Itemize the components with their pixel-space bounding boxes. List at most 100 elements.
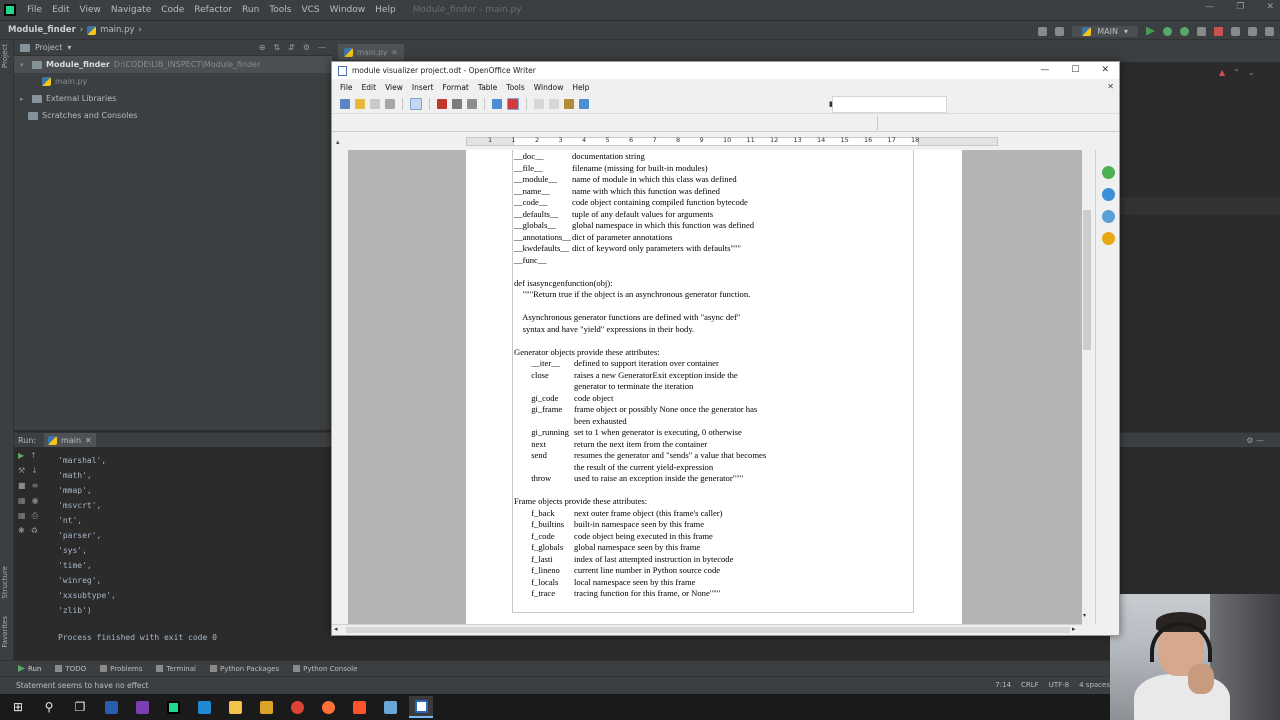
ide-menu-run[interactable]: Run [237,5,264,15]
chevron-up-icon[interactable]: ⌃ [1233,68,1240,77]
locate-icon[interactable]: ⊕ [259,43,266,52]
writer-menu-format[interactable]: Format [438,83,473,92]
pin-icon[interactable]: ▦ [18,511,26,522]
hide-icon[interactable]: — [318,43,326,52]
page-preview-icon[interactable] [467,99,477,109]
document-text[interactable]: __doc__ documentation string __file__ filen… [514,151,766,600]
horizontal-scrollbar-thumb[interactable] [346,627,1070,633]
tree-item-root[interactable]: ▾ Module_finder D:\CODE\LIB_INSPECT\Modu… [14,56,332,73]
file-explorer-icon[interactable] [223,696,247,718]
strip-tab-project[interactable]: Project [1,44,13,68]
arrow-down-icon[interactable]: ↓ [31,466,38,477]
windows-start-icon[interactable]: ⊞ [6,696,30,718]
scroll-down-icon[interactable]: ▾ [1083,612,1086,619]
ide-menu-help[interactable]: Help [370,5,401,15]
close-icon[interactable]: ✕ [1101,65,1109,75]
soft-wrap-icon[interactable]: ≡ [32,481,39,492]
gallery-icon[interactable] [1102,210,1115,223]
expand-all-icon[interactable]: ⇅ [273,43,280,52]
breadcrumb-project[interactable]: Module_finder [0,25,80,35]
code-editor-right[interactable] [1119,62,1280,432]
user-icon[interactable] [1038,26,1048,36]
project-panel-title[interactable]: Project [35,43,62,52]
minimize-icon[interactable]: — [1040,65,1049,75]
copy-icon[interactable] [549,99,559,109]
collapse-all-icon[interactable]: ⇵ [288,43,295,52]
ide-menu-navigate[interactable]: Navigate [106,5,156,15]
file-encoding[interactable]: UTF-8 [1049,681,1069,689]
new-document-icon[interactable] [340,99,350,109]
scroll-left-icon[interactable]: ◂ [334,625,338,633]
openoffice-writer-icon[interactable] [409,696,433,718]
tree-item-main-py[interactable]: main.py [14,73,332,90]
editor-tab-main-py[interactable]: main.py ✕ [338,44,404,60]
writer-menu-view[interactable]: View [381,83,408,92]
caret-position[interactable]: 7:14 [995,681,1011,689]
visual-studio-icon[interactable] [130,696,154,718]
run-tab-main[interactable]: main ✕ [44,433,96,447]
stop-icon[interactable] [1214,26,1223,36]
tool-tab-problems[interactable]: Problems [100,665,142,673]
close-document-icon[interactable]: ✕ [1107,82,1114,91]
autospellcheck-icon[interactable] [507,98,519,110]
export-pdf-icon[interactable] [437,99,447,109]
tree-item-external-libraries[interactable]: ▸ External Libraries [14,90,332,107]
print-icon[interactable] [452,99,462,109]
edit-mode-icon[interactable] [410,98,422,110]
ide-menu-window[interactable]: Window [325,5,371,15]
breadcrumb-file[interactable]: main.py [83,25,138,35]
pin-tab-icon[interactable]: ✱ [18,526,25,537]
cut-icon[interactable] [534,99,544,109]
tree-item-scratches[interactable]: Scratches and Consoles [14,107,332,124]
downloads-icon[interactable] [254,696,278,718]
writer-menu-insert[interactable]: Insert [408,83,439,92]
debug-icon[interactable] [1163,26,1172,36]
scroll-end-icon[interactable]: ◉ [32,496,39,507]
arrow-up-icon[interactable]: ↑ [30,451,37,462]
chevron-down-icon[interactable]: ▾ [67,43,71,52]
horizontal-scrollbar[interactable]: ◂ ▸ [332,624,1082,635]
coverage-icon[interactable] [1180,26,1189,36]
pycharm-icon[interactable] [161,696,185,718]
hammer-icon[interactable] [1055,26,1065,36]
navigator-icon[interactable] [1102,232,1115,245]
writer-menu-help[interactable]: Help [568,83,594,92]
open-icon[interactable] [355,99,365,109]
writer-menu-tools[interactable]: Tools [502,83,529,92]
task-view-icon[interactable]: ❐ [68,696,92,718]
tool-tab-terminal[interactable]: Terminal [156,665,196,673]
minimize-icon[interactable]: — [1205,2,1214,12]
chevron-down-icon[interactable]: ▾ [20,61,28,69]
horizontal-ruler[interactable]: ⌙ 1123456789101112131415161718 [332,134,1100,148]
tool-tab-run[interactable]: Run [18,665,41,673]
tool-tab-python-console[interactable]: Python Console [293,665,357,673]
gear-icon[interactable]: ⚙ [303,43,310,52]
scroll-right-icon[interactable]: ▸ [1072,625,1076,633]
search-icon[interactable]: ⚲ [37,696,61,718]
vscode-icon[interactable] [192,696,216,718]
chevron-down-icon[interactable]: ⌄ [1248,68,1255,77]
ide-menu-code[interactable]: Code [156,5,189,15]
stop-icon[interactable]: ■ [18,481,26,492]
ide-menu-file[interactable]: File [22,5,47,15]
maximize-icon[interactable]: ☐ [1071,65,1079,75]
ide-menu-vcs[interactable]: VCS [296,5,324,15]
close-icon[interactable]: ✕ [391,48,397,57]
toolbar-handle-icon[interactable]: ▮ [829,100,834,110]
console-output[interactable]: 'marshal', 'math', 'mmap', 'msvcrt', 'nt… [58,453,116,618]
save-icon[interactable] [370,99,380,109]
inspection-widget[interactable]: ▲ ⌃ ⌄ [1219,68,1255,77]
trash-icon[interactable]: ♻ [31,526,38,537]
document-area[interactable]: __doc__ documentation string __file__ filen… [348,150,1082,624]
styles-icon[interactable] [1102,188,1115,201]
maximize-icon[interactable]: ❐ [1236,2,1244,12]
profile-icon[interactable] [1197,26,1206,36]
writer-menu-edit[interactable]: Edit [358,83,382,92]
email-icon[interactable] [385,99,395,109]
tool-tab-todo[interactable]: TODO [55,665,86,673]
writer-menu-window[interactable]: Window [530,83,569,92]
update-icon[interactable] [1265,26,1274,36]
writer-menu-file[interactable]: File [336,83,358,92]
ide-menu-edit[interactable]: Edit [47,5,74,15]
vertical-scrollbar-thumb[interactable] [1083,210,1091,350]
